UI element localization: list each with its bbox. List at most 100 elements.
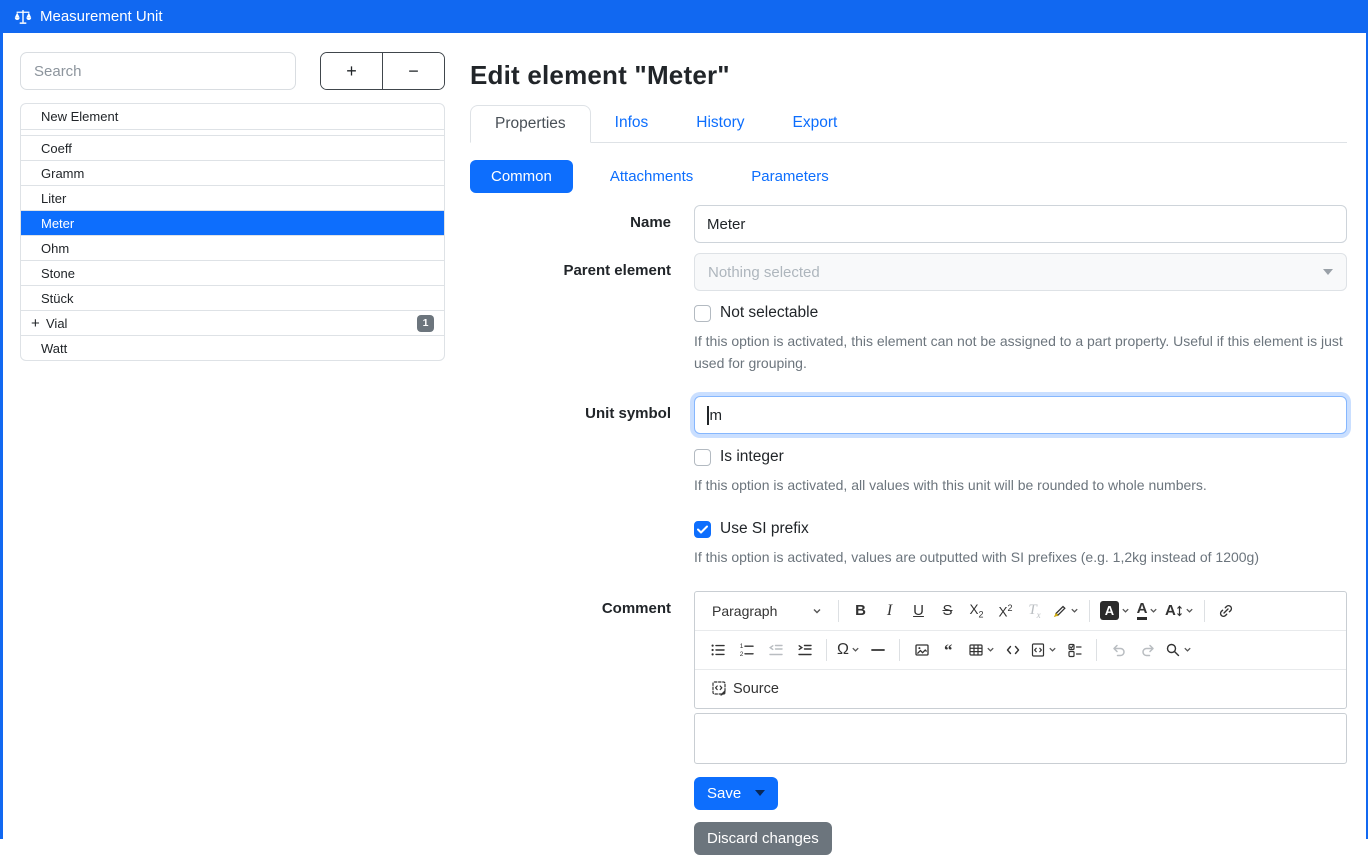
tab-history[interactable]: History	[672, 105, 768, 142]
tab-bar: Properties Infos History Export	[470, 105, 1347, 143]
undo-icon	[1111, 642, 1127, 658]
save-dropdown-caret-icon[interactable]	[755, 790, 765, 796]
expand-plus-icon[interactable]: +	[31, 315, 46, 332]
subtab-parameters[interactable]: Parameters	[730, 160, 850, 193]
select-placeholder: Nothing selected	[708, 264, 820, 281]
block-quote-button[interactable]: “	[936, 635, 965, 665]
highlight-button[interactable]	[1049, 596, 1082, 626]
name-label: Name	[470, 205, 694, 243]
is-integer-checkbox-row[interactable]: Is integer	[694, 448, 1347, 466]
tab-export[interactable]: Export	[769, 105, 862, 142]
not-selectable-help: If this option is activated, this elemen…	[694, 331, 1347, 374]
is-integer-checkbox[interactable]	[694, 449, 711, 466]
search-input[interactable]	[20, 52, 296, 90]
insert-image-button[interactable]	[907, 635, 936, 665]
italic-button[interactable]: I	[875, 596, 904, 626]
name-input[interactable]	[694, 205, 1347, 243]
unit-symbol-label: Unit symbol	[470, 396, 694, 568]
strikethrough-button[interactable]: S	[933, 596, 962, 626]
app-title: Measurement Unit	[40, 8, 163, 25]
indent-icon	[797, 642, 813, 658]
undo-button[interactable]	[1104, 635, 1133, 665]
outdent-button[interactable]	[761, 635, 790, 665]
not-selectable-checkbox[interactable]	[694, 305, 711, 322]
remove-format-button[interactable]: Tx	[1020, 596, 1049, 626]
font-size-icon: A	[1165, 602, 1183, 619]
sidebar: + − New Element Coeff Gramm Liter Meter …	[20, 52, 445, 839]
expand-all-button[interactable]: +	[321, 53, 383, 89]
tree-item-coeff[interactable]: Coeff	[21, 135, 444, 160]
tree-item-gramm[interactable]: Gramm	[21, 160, 444, 185]
tab-infos[interactable]: Infos	[591, 105, 673, 142]
use-si-prefix-checkbox-row[interactable]: Use SI prefix	[694, 520, 1347, 538]
font-size-button[interactable]: A	[1162, 596, 1197, 626]
insert-table-button[interactable]	[965, 635, 998, 665]
tree-item-watt[interactable]: Watt	[21, 335, 444, 360]
balance-scale-icon	[14, 9, 32, 25]
tree-item-liter[interactable]: Liter	[21, 185, 444, 210]
font-color-button[interactable]: A	[1133, 596, 1162, 626]
numbered-list-button[interactable]: 12	[732, 635, 761, 665]
svg-text:“: “	[944, 642, 953, 658]
subtab-common[interactable]: Common	[470, 160, 573, 193]
discard-changes-button[interactable]: Discard changes	[694, 822, 832, 855]
tab-properties[interactable]: Properties	[470, 105, 591, 143]
save-button[interactable]: Save	[694, 777, 778, 810]
todo-list-button[interactable]	[1060, 635, 1089, 665]
subtab-attachments[interactable]: Attachments	[589, 160, 714, 193]
subscript-button[interactable]: X2	[962, 596, 991, 626]
unit-symbol-input[interactable]: m	[694, 396, 1347, 434]
tree-item-stone[interactable]: Stone	[21, 260, 444, 285]
font-background-color-button[interactable]: A	[1097, 596, 1133, 626]
redo-button[interactable]	[1133, 635, 1162, 665]
tree-item-new-element[interactable]: New Element	[21, 104, 444, 129]
outdent-icon	[768, 642, 784, 658]
collapse-all-button[interactable]: −	[383, 53, 444, 89]
code-button[interactable]	[998, 635, 1027, 665]
source-editing-button[interactable]: Source	[703, 674, 787, 704]
paragraph-style-dropdown[interactable]: Paragraph	[703, 596, 831, 626]
edit-form: Name Parent element Nothing selected Not…	[470, 205, 1347, 855]
indent-button[interactable]	[790, 635, 819, 665]
special-characters-button[interactable]: Ω	[834, 635, 863, 665]
find-and-replace-icon	[1165, 642, 1181, 658]
underline-button[interactable]: U	[904, 596, 933, 626]
chevron-down-icon	[1185, 606, 1194, 615]
font-background-icon: A	[1100, 601, 1119, 620]
link-button[interactable]	[1212, 596, 1241, 626]
find-and-replace-button[interactable]	[1162, 635, 1195, 665]
chevron-down-icon	[1121, 606, 1130, 615]
source-editing-icon	[711, 680, 728, 697]
main-content: Edit element "Meter" Properties Infos Hi…	[470, 52, 1347, 839]
is-integer-help: If this option is activated, all values …	[694, 475, 1347, 497]
rich-text-toolbar: Paragraph B I U S X2 X2 Tx	[694, 591, 1347, 709]
parent-element-select[interactable]: Nothing selected	[694, 253, 1347, 291]
subtab-bar: Common Attachments Parameters	[470, 160, 1347, 193]
chevron-down-icon	[812, 606, 822, 616]
bold-button[interactable]: B	[846, 596, 875, 626]
comment-editable-area[interactable]	[694, 713, 1347, 764]
chevron-down-icon	[1048, 645, 1057, 654]
not-selectable-checkbox-row[interactable]: Not selectable	[694, 304, 1347, 322]
tree-item-vial[interactable]: + Vial 1	[21, 310, 444, 335]
code-block-button[interactable]	[1027, 635, 1060, 665]
chevron-down-icon	[1149, 606, 1158, 615]
tree-item-meter[interactable]: Meter	[21, 210, 444, 235]
chevron-down-icon	[1070, 606, 1079, 615]
superscript-button[interactable]: X2	[991, 596, 1020, 626]
horizontal-line-icon	[870, 642, 886, 658]
use-si-prefix-checkbox[interactable]	[694, 521, 711, 538]
check-icon	[697, 525, 708, 534]
code-block-icon	[1030, 642, 1046, 658]
tree-item-stueck[interactable]: Stück	[21, 285, 444, 310]
use-si-prefix-help: If this option is activated, values are …	[694, 547, 1347, 569]
code-icon	[1005, 642, 1021, 658]
redo-icon	[1140, 642, 1156, 658]
horizontal-line-button[interactable]	[863, 635, 892, 665]
tree-item-label: Vial	[46, 316, 67, 331]
tree-item-ohm[interactable]: Ohm	[21, 235, 444, 260]
link-icon	[1218, 603, 1234, 619]
omega-icon: Ω	[837, 641, 849, 659]
select-caret-icon	[1323, 269, 1333, 275]
bulleted-list-button[interactable]	[703, 635, 732, 665]
